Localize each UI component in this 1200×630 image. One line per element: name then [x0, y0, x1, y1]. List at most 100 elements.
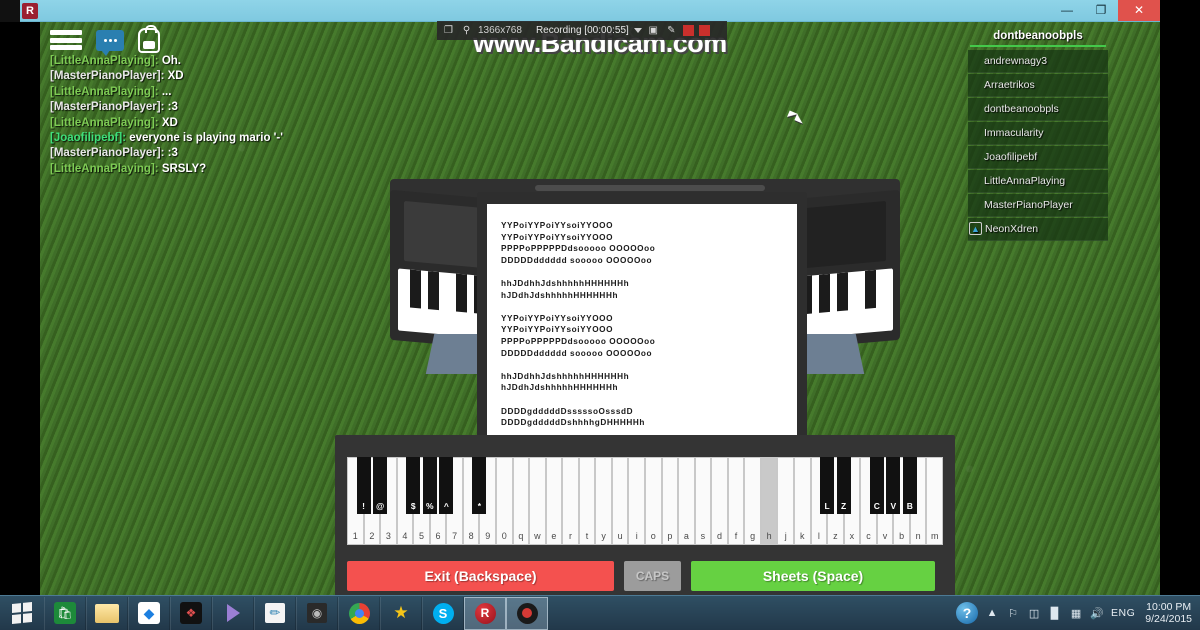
network-signal-icon[interactable]: ▉ [1048, 606, 1062, 620]
taskbar-clock[interactable]: 10:00 PM 9/24/2015 [1142, 601, 1192, 625]
white-key-p[interactable]: p [661, 457, 679, 545]
black-key-L[interactable]: L [820, 457, 835, 514]
black-key-V[interactable]: V [886, 457, 901, 514]
mouse-cursor [786, 110, 799, 121]
player-name: NeonXdren [985, 223, 1039, 235]
black-key-Z[interactable]: Z [836, 457, 851, 514]
player-list-item[interactable]: ▲dontbeanoobpls [968, 98, 1108, 121]
action-center-flag-icon[interactable]: ⚐ [1006, 606, 1020, 620]
white-key-j[interactable]: j [777, 457, 794, 545]
taskbar-item-star-app-icon[interactable]: ★ [380, 596, 422, 630]
white-key-k[interactable]: k [794, 457, 811, 545]
white-key-u[interactable]: u [611, 457, 629, 545]
taskbar-item-paint-net-icon[interactable]: ✏ [254, 596, 296, 630]
white-key-r[interactable]: r [562, 457, 579, 545]
white-key-a[interactable]: a [678, 457, 695, 545]
chat-line: [LittleAnnaPlaying]: XD [50, 116, 470, 131]
black-key-^[interactable]: ^ [439, 457, 454, 514]
black-key-C[interactable]: C [869, 457, 884, 514]
white-key-h[interactable]: h [760, 457, 778, 545]
black-key-%[interactable]: % [422, 457, 437, 514]
white-key-q[interactable]: q [512, 457, 530, 545]
taskbar-item-puzzle-app-icon[interactable]: ❖ [170, 596, 212, 630]
player-list-item[interactable]: ▲andrewnagy3 [968, 50, 1108, 73]
bandicam-status: Recording [00:00:55] [535, 25, 629, 36]
white-key-i[interactable]: i [628, 457, 645, 545]
piano-sheet-slot [535, 185, 765, 191]
windows-taskbar: 🛍 ◆ ❖ ✏ ◉ ★ S R ? ▲ ⚐ ◫ ▉ ▦ 🔊 ENG 10:00 … [0, 595, 1200, 630]
taskbar-item-bandicam-icon[interactable] [506, 596, 548, 630]
white-key-w[interactable]: w [529, 457, 546, 545]
player-list-underline [970, 45, 1106, 47]
white-key-f[interactable]: f [727, 457, 745, 545]
white-key-y[interactable]: y [595, 457, 612, 545]
taskbar-item-roblox-icon[interactable]: R [464, 596, 506, 630]
language-indicator[interactable]: ENG [1111, 607, 1135, 619]
chat-bubble-icon[interactable] [96, 29, 124, 56]
magnifier-icon[interactable]: ⚲ [460, 24, 473, 37]
player-list-item[interactable]: ▲Arraetrikos [968, 74, 1108, 97]
taskbar-item-skype-icon[interactable]: S [422, 596, 464, 630]
player-list-item[interactable]: ▲ NeonXdren [968, 218, 1108, 241]
help-circle-icon[interactable]: ? [956, 602, 979, 624]
black-key-*[interactable]: * [472, 457, 487, 514]
battery-icon[interactable]: ◫ [1027, 606, 1041, 620]
camera-icon[interactable]: ▣ [647, 24, 660, 37]
white-key-d[interactable]: d [711, 457, 728, 545]
game-viewport[interactable]: [LittleAnnaPlaying]: Oh. [MasterPianoPla… [40, 22, 1160, 595]
chat-line: [MasterPianoPlayer]: XD [50, 69, 470, 84]
chevron-up-icon[interactable]: ▲ [985, 606, 999, 620]
chevron-down-icon[interactable] [633, 28, 642, 33]
taskbar-item-file-explorer-icon[interactable] [86, 596, 128, 630]
white-key-o[interactable]: o [645, 457, 662, 545]
white-key-g[interactable]: g [744, 457, 761, 545]
player-name: MasterPianoPlayer [984, 199, 1073, 211]
white-key-0[interactable]: 0 [496, 457, 513, 545]
maximize-button[interactable]: ❐ [1084, 0, 1118, 21]
chat-message: Oh. [161, 55, 181, 67]
player-list-item[interactable]: ▲LittleAnnaPlaying [968, 170, 1108, 193]
player-list-item[interactable]: ▲Joaofilipebf [968, 146, 1108, 169]
stop-record-icon[interactable] [698, 25, 710, 36]
player-list-item[interactable]: ▲MasterPianoPlayer [968, 194, 1108, 217]
taskbar-item-chrome-icon[interactable] [338, 596, 380, 630]
player-list-item[interactable]: ▲Immacularity [968, 122, 1108, 145]
bandicam-toolbar[interactable]: ❐ ⚲ 1366x768 Recording [00:00:55] ▣ ✎ [437, 21, 727, 40]
pen-icon[interactable]: ✎ [665, 24, 678, 37]
chat-author: [MasterPianoPlayer]: [50, 70, 165, 83]
black-key-B[interactable]: B [902, 457, 917, 514]
speaker-icon[interactable]: 🔊 [1090, 606, 1104, 620]
piano-keyboard-gui[interactable]: 1 2 3 4 5 6 7 8 9 0 q w e r t y u i o p a s d f g h j k l z x c v b n m! @ $%… [335, 435, 955, 595]
minimize-button[interactable]: — [1050, 0, 1084, 21]
white-key-m[interactable]: m [926, 457, 943, 545]
window-titlebar: R — ❐ ✕ [0, 0, 1160, 22]
white-key-t[interactable]: t [578, 457, 596, 545]
taskbar-item-dropbox-icon[interactable]: ◆ [128, 596, 170, 630]
chat-author: [LittleAnnaPlaying]: [50, 162, 159, 175]
hamburger-menu-icon[interactable] [50, 27, 82, 53]
piano-keys[interactable]: 1 2 3 4 5 6 7 8 9 0 q w e r t y u i o p a s d f g h j k l z x c v b n m! @ $%… [347, 457, 943, 545]
chat-message: :3 [167, 147, 178, 160]
chat-message: ... [161, 85, 172, 98]
black-key-@[interactable]: @ [373, 457, 388, 514]
close-button[interactable]: ✕ [1118, 0, 1160, 21]
window-capture-icon[interactable]: ❐ [442, 24, 455, 37]
chat-message: XD [161, 116, 178, 129]
windows-start-icon[interactable] [0, 596, 44, 630]
black-key-![interactable]: ! [356, 457, 371, 514]
taskbar-item-media-player-icon[interactable] [212, 596, 254, 630]
right-letterbox [1160, 0, 1200, 595]
taskbar-item-store-icon[interactable]: 🛍 [44, 596, 86, 630]
taskbar-item-video-editor-icon[interactable]: ◉ [296, 596, 338, 630]
bandicam-resolution: 1366x768 [478, 25, 522, 36]
caps-button[interactable]: CAPS [624, 561, 681, 591]
sheets-button[interactable]: Sheets (Space) [691, 561, 935, 591]
white-key-s[interactable]: s [694, 457, 712, 545]
pause-record-icon[interactable] [682, 25, 694, 36]
windows-tray-icon[interactable]: ▦ [1069, 606, 1083, 620]
player-list: dontbeanoobpls ▲andrewnagy3 ▲Arraetrikos… [968, 26, 1108, 242]
exit-button[interactable]: Exit (Backspace) [347, 561, 614, 591]
backpack-icon[interactable] [138, 24, 160, 53]
black-key-$[interactable]: $ [406, 457, 421, 514]
white-key-e[interactable]: e [545, 457, 563, 545]
